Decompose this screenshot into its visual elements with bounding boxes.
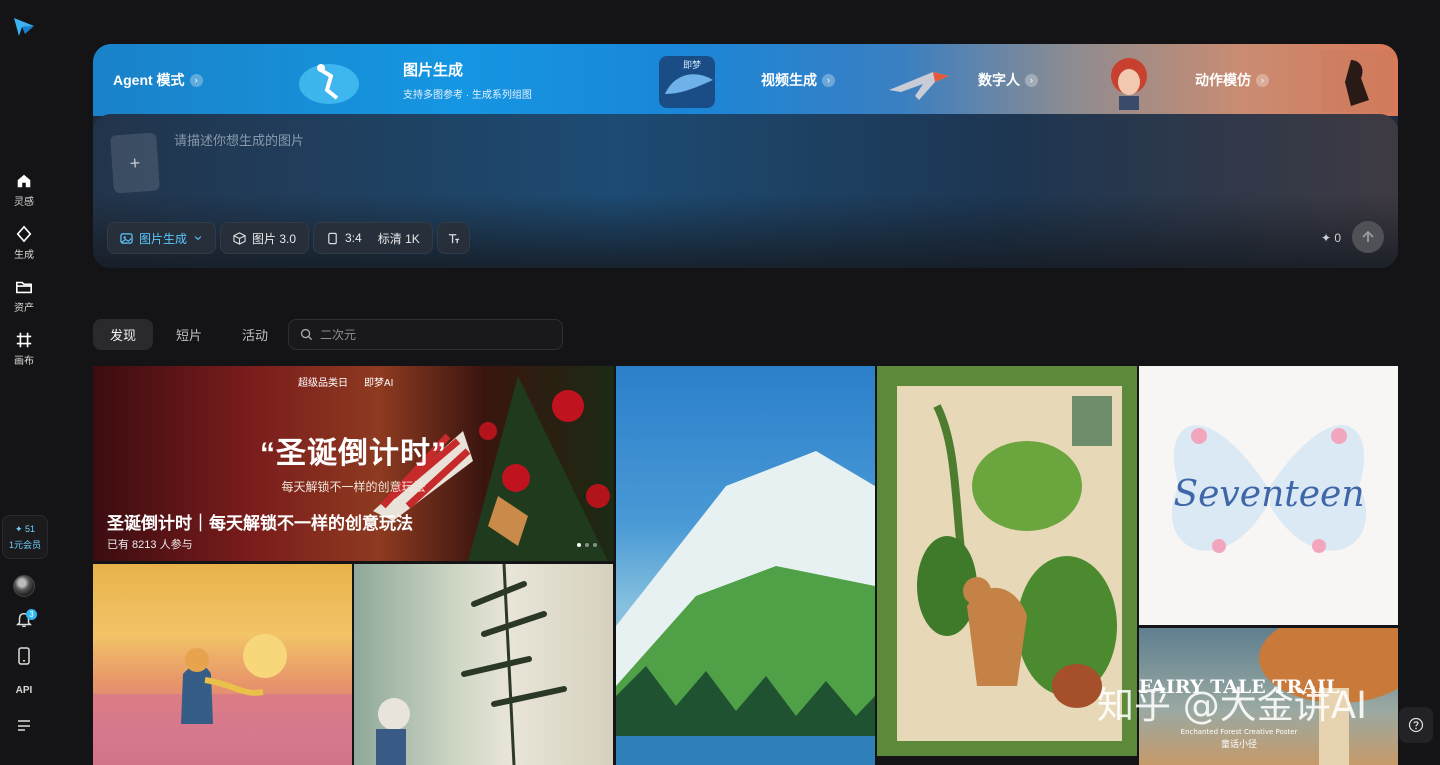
menu-icon[interactable]: [16, 718, 32, 732]
text-icon: [448, 233, 459, 243]
generation-mode-select[interactable]: 图片生成: [107, 222, 217, 254]
home-icon: [17, 174, 31, 188]
model-label: 图片 3.0: [252, 231, 297, 246]
help-icon: [1408, 717, 1424, 733]
seventeen-text: Seventeen: [1173, 474, 1364, 515]
banner-headline: “圣诞倒计时”: [260, 437, 447, 470]
tab-shorts[interactable]: 短片: [159, 319, 219, 350]
sidebar: 灵感 生成 资产 画布 ✦ 51 1元会员 3 API: [0, 0, 48, 765]
sidebar-item-canvas[interactable]: 画布: [0, 331, 48, 367]
sidebar-item-label: 画布: [14, 356, 34, 367]
sidebar-item-inspiration[interactable]: 灵感: [0, 172, 48, 208]
api-link[interactable]: API: [0, 685, 48, 696]
mode-label: Agent 模式: [113, 72, 185, 88]
gallery-item[interactable]: [616, 366, 875, 765]
jet-illustration: [889, 72, 949, 100]
gallery-item[interactable]: [93, 564, 352, 765]
chevron-down-icon: [194, 236, 202, 241]
sidebar-item-label: 生成: [14, 250, 34, 261]
credit-cost: ✦ 0: [1321, 231, 1342, 245]
cube-icon: [233, 231, 246, 245]
search-input[interactable]: [320, 327, 540, 342]
brand-left: 超级品类日: [298, 378, 348, 389]
chevron-right-icon: ›: [822, 73, 835, 87]
prompt-input[interactable]: [174, 128, 1074, 152]
folder-icon: [15, 281, 33, 294]
sidebar-item-label: 资产: [14, 303, 34, 314]
aspect-ratio-icon: [328, 232, 337, 244]
carousel-dot[interactable]: [577, 543, 581, 547]
member-credits: ✦ 51: [14, 523, 36, 534]
generation-toolbar: 图片生成 图片 3.0 3:4 标清 1K: [107, 222, 470, 254]
ratio-label: 3:4: [345, 231, 362, 245]
avatar[interactable]: [13, 575, 35, 597]
send-button[interactable]: [1352, 221, 1384, 253]
feed-tabs: 发现 短片 活动: [93, 319, 291, 350]
carousel-dots[interactable]: [577, 543, 597, 547]
canvas-icon: [16, 332, 32, 348]
help-button[interactable]: [1399, 707, 1433, 743]
mode-digital-human[interactable]: 数字人 ›: [978, 44, 1038, 116]
mode-label: 数字人: [978, 72, 1020, 88]
svg-text:即梦: 即梦: [683, 60, 701, 71]
mode-label: 动作模仿: [1195, 72, 1251, 88]
creation-panel: 即梦 Agent 模式 › 图片生成 支持多图参考 · 生成系列组图 视频生成 …: [93, 44, 1398, 268]
tab-events[interactable]: 活动: [225, 319, 285, 350]
text-style-button[interactable]: [436, 222, 470, 254]
membership-button[interactable]: ✦ 51 1元会员: [2, 515, 48, 559]
model-select[interactable]: 图片 3.0: [220, 222, 310, 254]
add-reference-button[interactable]: +: [110, 132, 160, 194]
carousel-dot[interactable]: [585, 543, 589, 547]
watermark: 知乎 @大金讲AI: [1097, 684, 1367, 727]
logo-icon[interactable]: [12, 14, 36, 38]
skater-illustration: [299, 64, 359, 104]
generation-mode-label: 图片生成: [139, 231, 188, 246]
redhead-illustration: [1111, 58, 1147, 110]
carousel-dot[interactable]: [593, 543, 597, 547]
quality-label: 标清 1K: [377, 231, 420, 246]
chevron-right-icon: ›: [1256, 73, 1269, 87]
sparkle-icon: [16, 225, 32, 243]
event-banner[interactable]: 超级品类日 即梦AI “圣诞倒计时” 每天解锁不一样的创意玩法 圣诞倒计时｜每天…: [93, 366, 614, 561]
member-label: 1元会员: [8, 539, 41, 550]
gallery-item[interactable]: Seventeen: [1139, 366, 1398, 625]
image-icon: [120, 232, 133, 244]
brand-right: 即梦AI: [364, 378, 394, 389]
search-box: [288, 319, 563, 350]
mode-image[interactable]: 图片生成 支持多图参考 · 生成系列组图: [403, 44, 532, 116]
mode-tabs: 即梦 Agent 模式 › 图片生成 支持多图参考 · 生成系列组图 视频生成 …: [93, 44, 1398, 116]
banner-brand: 超级品类日 即梦AI: [298, 374, 393, 389]
tab-discover[interactable]: 发现: [93, 319, 154, 350]
fairy-cn-title: 童话小径: [1221, 738, 1257, 750]
whale-illustration: 即梦: [659, 56, 715, 108]
bamboo-illustration: [376, 564, 567, 765]
participant-count: 已有 8213 人参与: [107, 539, 193, 551]
dancer-illustration: [1321, 50, 1393, 112]
sidebar-item-label: 灵感: [14, 197, 34, 208]
search-icon: [300, 328, 313, 341]
banner-subline: 每天解锁不一样的创意玩法: [281, 480, 426, 494]
chevron-right-icon: ›: [189, 73, 203, 87]
arrow-up-icon: [1362, 230, 1374, 242]
gallery-item[interactable]: [354, 564, 613, 765]
mode-agent[interactable]: Agent 模式 ›: [113, 44, 203, 116]
ratio-quality-select[interactable]: 3:4 标清 1K: [313, 222, 433, 254]
sidebar-item-assets[interactable]: 资产: [0, 278, 48, 314]
butterfly-illustration: Seventeen: [1171, 425, 1367, 553]
mountain-illustration: [616, 451, 875, 765]
mode-video[interactable]: 视频生成 ›: [761, 44, 835, 116]
chevron-right-icon: ›: [1025, 73, 1038, 87]
notification-badge: 3: [26, 609, 37, 620]
banner-caption: 圣诞倒计时｜每天解锁不一样的创意玩法: [107, 514, 413, 533]
mode-label: 视频生成: [761, 72, 817, 88]
prince-sunset-illustration: [93, 634, 352, 765]
mobile-icon[interactable]: [16, 647, 32, 665]
mode-label: 图片生成: [403, 62, 464, 79]
mode-motion-mimic[interactable]: 动作模仿 ›: [1195, 44, 1269, 116]
sidebar-item-generate[interactable]: 生成: [0, 225, 48, 261]
mode-subtitle: 支持多图参考 · 生成系列组图: [403, 90, 532, 101]
fairy-subtitle: Enchanted Forest Creative Poster: [1181, 728, 1298, 736]
